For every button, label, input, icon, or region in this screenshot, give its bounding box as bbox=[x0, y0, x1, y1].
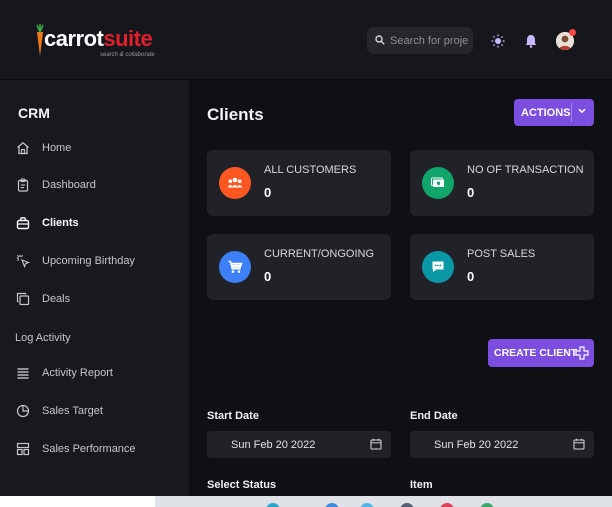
card-icon-circle bbox=[422, 167, 454, 199]
notification-dot bbox=[569, 29, 576, 36]
divider bbox=[571, 103, 572, 122]
layout-icon bbox=[16, 442, 30, 456]
sidebar-item-label: Clients bbox=[42, 217, 79, 229]
main-content: Clients ACTIONS ALL CUSTOMERS 0 NO OF TR… bbox=[189, 80, 612, 507]
sidebar-item-dashboard[interactable]: Dashboard bbox=[0, 172, 189, 200]
card-label: CURRENT/ONGOING bbox=[264, 248, 374, 260]
card-icon-circle bbox=[422, 251, 454, 283]
taskbar-left bbox=[0, 496, 155, 507]
card-label: POST SALES bbox=[467, 248, 536, 260]
search-box[interactable] bbox=[367, 27, 473, 54]
sidebar-item-label: Sales Performance bbox=[42, 443, 136, 455]
create-client-label: CREATE CLIENT bbox=[494, 347, 578, 359]
search-input[interactable] bbox=[390, 32, 468, 49]
sidebar-item-label: Home bbox=[42, 142, 72, 154]
plus-icon bbox=[575, 346, 589, 360]
sidebar-item-home[interactable]: Home bbox=[0, 135, 189, 163]
carrotsuite-logo[interactable]: carrotsuite search & collaborate bbox=[34, 22, 174, 62]
taskbar-app-icon[interactable] bbox=[440, 503, 454, 507]
card-value: 0 bbox=[264, 185, 272, 200]
select-status-label: Select Status bbox=[207, 479, 277, 491]
logo-wordmark: carrotsuite bbox=[44, 26, 153, 51]
sidebar-item-deals[interactable]: Deals bbox=[0, 286, 189, 314]
section-label-log-activity: Log Activity bbox=[15, 332, 71, 344]
actions-button[interactable]: ACTIONS bbox=[514, 99, 594, 126]
list-icon bbox=[17, 368, 29, 379]
chat-icon bbox=[432, 261, 444, 273]
sidebar-item-activity-report[interactable]: Activity Report bbox=[0, 360, 189, 388]
calendar-icon[interactable] bbox=[370, 438, 382, 450]
taskbar-app-icon[interactable] bbox=[400, 503, 414, 507]
taskbar-strip bbox=[0, 496, 612, 507]
sparkle-cursor-icon bbox=[16, 254, 30, 268]
sidebar: CRM Home Dashboard Clients Upcoming Birt… bbox=[0, 80, 189, 507]
card-icon-circle bbox=[219, 167, 251, 199]
start-date-value: Sun Feb 20 2022 bbox=[231, 439, 316, 451]
copy-icon bbox=[16, 292, 30, 306]
bell-icon[interactable] bbox=[525, 34, 537, 48]
search-icon bbox=[375, 35, 385, 45]
sidebar-title: CRM bbox=[18, 105, 50, 121]
clipboard-icon bbox=[17, 178, 29, 192]
end-date-value: Sun Feb 20 2022 bbox=[434, 439, 519, 451]
stat-card-post-sales[interactable]: POST SALES 0 bbox=[410, 234, 594, 300]
item-label: Item bbox=[410, 479, 433, 491]
stat-card-current-ongoing[interactable]: CURRENT/ONGOING 0 bbox=[207, 234, 391, 300]
briefcase-icon bbox=[16, 217, 30, 230]
sidebar-item-sales-performance[interactable]: Sales Performance bbox=[0, 436, 189, 464]
sidebar-item-upcoming-birthday[interactable]: Upcoming Birthday bbox=[0, 248, 189, 276]
theme-toggle-icon[interactable] bbox=[491, 34, 505, 48]
sidebar-item-label: Deals bbox=[42, 293, 71, 305]
page-title: Clients bbox=[207, 105, 264, 124]
chevron-down-icon bbox=[578, 108, 586, 114]
card-label: ALL CUSTOMERS bbox=[264, 164, 357, 176]
start-date-input[interactable]: Sun Feb 20 2022 bbox=[207, 431, 391, 458]
cart-icon bbox=[228, 260, 243, 273]
taskbar-app-icon[interactable] bbox=[325, 503, 339, 507]
taskbar-app-icon[interactable] bbox=[360, 503, 374, 507]
create-client-button[interactable]: CREATE CLIENT bbox=[488, 339, 594, 367]
card-value: 0 bbox=[467, 269, 475, 284]
card-value: 0 bbox=[264, 269, 272, 284]
sidebar-item-label: Dashboard bbox=[42, 179, 96, 191]
logo-tagline: search & collaborate bbox=[100, 52, 155, 58]
start-date-label: Start Date bbox=[207, 410, 259, 422]
calendar-icon[interactable] bbox=[573, 438, 585, 450]
card-label: NO OF TRANSACTION bbox=[467, 164, 584, 176]
sidebar-item-label: Upcoming Birthday bbox=[42, 255, 135, 267]
taskbar-app-icon[interactable] bbox=[480, 503, 494, 507]
home-icon bbox=[17, 141, 29, 155]
pie-chart-icon bbox=[16, 404, 30, 418]
end-date-label: End Date bbox=[410, 410, 458, 422]
users-icon bbox=[227, 177, 243, 188]
sidebar-item-sales-target[interactable]: Sales Target bbox=[0, 398, 189, 426]
sidebar-item-label: Activity Report bbox=[42, 367, 113, 379]
money-icon bbox=[431, 177, 444, 187]
top-bar: carrotsuite search & collaborate bbox=[0, 0, 612, 80]
taskbar-app-icon[interactable] bbox=[266, 503, 280, 507]
stat-card-no-of-transaction[interactable]: NO OF TRANSACTION 0 bbox=[410, 150, 594, 216]
stat-card-all-customers[interactable]: ALL CUSTOMERS 0 bbox=[207, 150, 391, 216]
sidebar-item-clients[interactable]: Clients bbox=[0, 210, 189, 238]
sidebar-item-label: Sales Target bbox=[42, 405, 103, 417]
end-date-input[interactable]: Sun Feb 20 2022 bbox=[410, 431, 594, 458]
card-value: 0 bbox=[467, 185, 475, 200]
actions-button-label: ACTIONS bbox=[521, 107, 571, 119]
card-icon-circle bbox=[219, 251, 251, 283]
